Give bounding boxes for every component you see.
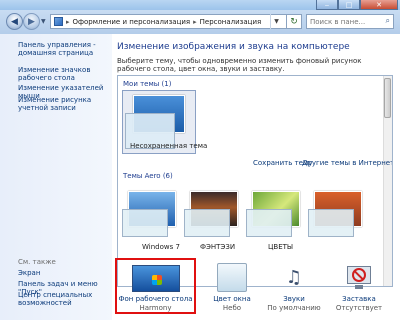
sounds-label: Звуки [283,295,305,303]
my-themes-heading: Мои темы (1) [123,80,172,88]
window-controls: ‒ □ ✕ [316,0,398,10]
no-sign-icon [352,268,366,282]
screensaver-tile[interactable]: Заставка Отсутствует [329,258,389,314]
theme-flowers[interactable] [246,191,304,237]
screensaver-label: Заставка [342,295,376,303]
theme-window-preview [184,209,230,237]
theme-fantasy[interactable] [184,191,242,237]
theme-window-preview [308,209,354,237]
monitor-stand-icon [355,285,363,289]
page-title: Изменение изображения и звука на компьют… [117,42,350,52]
recent-pages-dropdown[interactable]: ▼ [41,18,46,25]
navigation-bar: ◀ ▶ ▼ ▸ Оформление и персонализация ▸ Пе… [0,10,400,34]
sounds-tile[interactable]: ♫ Звуки По умолчанию [267,258,321,314]
forward-arrow-icon: ▶ [28,16,35,27]
window-color-icon [217,263,247,292]
screensaver-icon [345,263,373,292]
window-color-tile[interactable]: Цвет окна Небо [204,258,260,314]
search-icon[interactable]: ⌕ [386,16,390,26]
theme-partial[interactable] [308,191,366,237]
control-panel-icon [54,17,63,26]
see-also-display[interactable]: Экран [18,269,110,277]
theme-flowers-label: ЦВЕТЫ [268,243,294,251]
theme-list[interactable]: Мои темы (1) Несохраненная тема Сохранит… [117,75,393,287]
main-content: Изменение изображения и звука на компьют… [112,34,400,320]
address-history-dropdown[interactable]: ▼ [270,14,282,29]
theme-windows-7[interactable] [122,191,180,237]
desktop-background-icon [131,265,180,292]
scrollbar-thumb[interactable] [384,78,391,118]
search-box[interactable]: ⌕ [306,14,394,29]
address-bar[interactable]: ▸ Оформление и персонализация ▸ Персонал… [50,14,287,29]
window-color-value: Небо [222,304,242,312]
theme-window-preview [246,209,292,237]
window-color-label: Цвет окна [213,295,251,303]
breadcrumb-appearance[interactable]: Оформление и персонализация [73,18,191,26]
sounds-icon: ♫ [285,267,303,288]
sidebar-link-control-panel-home[interactable]: Панель управления - домашняя страница [18,41,110,57]
breadcrumb-separator-icon[interactable]: ▸ [193,18,197,26]
back-arrow-icon: ◀ [11,16,18,27]
online-themes-link[interactable]: Другие темы в Интернете [302,159,392,167]
sidebar-link-account-picture[interactable]: Изменение рисунка учетной записи [18,96,110,112]
maximize-button[interactable]: □ [338,0,360,10]
unsaved-theme-label: Несохраненная тема [130,142,208,150]
desktop-background-label: Фон рабочего стола [118,295,193,303]
theme-fantasy-label: ФЭНТЭЗИ [200,243,236,251]
title-bar: ‒ □ ✕ [0,0,400,10]
task-pane: Панель управления - домашняя страница Из… [0,34,112,320]
minimize-button[interactable]: ‒ [316,0,338,10]
breadcrumb-separator-icon[interactable]: ▸ [66,18,70,26]
back-button[interactable]: ◀ [6,13,23,30]
search-input[interactable] [307,15,377,28]
desktop-background-tile[interactable]: Фон рабочего стола Harmony [115,258,196,314]
aero-themes-heading: Темы Aero (6) [123,172,173,180]
close-button[interactable]: ✕ [360,0,398,10]
forward-button[interactable]: ▶ [23,13,40,30]
refresh-button[interactable]: ↻ [287,14,302,29]
theme-windows-7-label: Windows 7 [142,243,180,251]
refresh-icon: ↻ [290,16,298,27]
breadcrumb-personalization[interactable]: Персонализация [200,18,262,26]
theme-window-preview [122,209,168,237]
screensaver-value: Отсутствует [335,304,383,312]
see-also-ease-of-access[interactable]: Центр специальных возможностей [18,291,110,307]
see-also-heading: См. также [18,258,56,266]
sounds-value: По умолчанию [267,304,321,312]
sidebar-link-desktop-icons[interactable]: Изменение значков рабочего стола [18,66,110,82]
desktop-background-value: Harmony [139,304,172,312]
page-description: Выберите тему, чтобы одновременно измени… [117,57,362,73]
